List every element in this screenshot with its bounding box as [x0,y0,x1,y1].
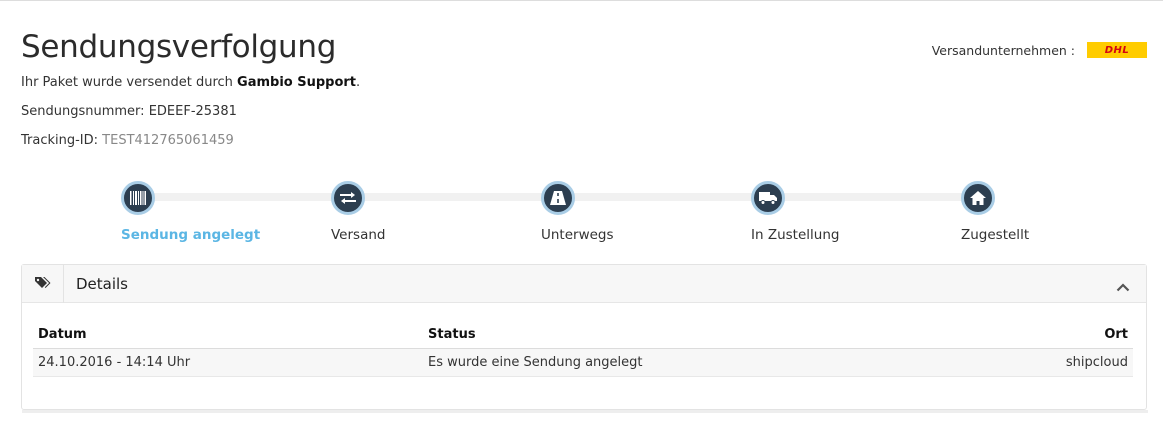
intro-prefix: Ihr Paket wurde versendet durch [21,75,238,90]
shipment-number-line: Sendungsnummer: EDEEF-25381 [21,104,237,119]
step-label: Versand [331,227,386,243]
table-header-row: Datum Status Ort [33,320,1133,349]
tracking-id-label: Tracking-ID: [21,133,103,148]
shipping-intro: Ihr Paket wurde versendet durch Gambio S… [21,75,360,90]
step-zugestellt: Zugestellt [961,181,1121,243]
row-status: Es wurde eine Sendung angelegt [423,348,943,377]
tracking-id-line: Tracking-ID: TEST412765061459 [21,133,234,148]
step-label: In Zustellung [751,227,840,243]
step-label: Zugestellt [961,227,1030,243]
step-label: Unterwegs [541,227,614,243]
home-icon [961,181,995,215]
column-header-location: Ort [943,320,1133,349]
table-row: 24.10.2016 - 14:14 Uhr Es wurde eine Sen… [33,348,1133,377]
details-panel-header[interactable]: Details [22,264,1146,303]
column-header-date: Datum [33,320,423,349]
panel-bottom-edge [22,410,1148,413]
sender-name: Gambio Support [237,75,357,90]
chevron-up-icon[interactable] [1116,277,1130,296]
step-versand: Versand [331,181,491,243]
details-table: Datum Status Ort 24.10.2016 - 14:14 Uhr … [33,320,1133,377]
dhl-logo: DHL [1087,42,1147,58]
shipment-number: EDEEF-25381 [148,104,237,119]
carrier-label: Versandunternehmen : [931,42,1075,58]
barcode-icon [121,181,155,215]
carrier-info: Versandunternehmen : DHL [932,42,1147,58]
row-location: shipcloud [943,348,1133,377]
step-unterwegs: Unterwegs [541,181,701,243]
column-header-status: Status [423,320,943,349]
truck-icon [751,181,785,215]
dhl-logo-text: DHL [1104,44,1130,56]
exchange-icon [331,181,365,215]
intro-suffix: . [356,75,361,90]
tracking-id[interactable]: TEST412765061459 [102,133,234,148]
shipment-number-label: Sendungsnummer: [21,104,149,119]
page-title: Sendungsverfolgung [21,29,337,65]
tags-icon [22,264,64,303]
details-panel: Details Datum Status Ort 24.10.2016 - 14… [21,264,1148,413]
step-sendung-angelegt: Sendung angelegt [121,181,281,243]
step-label: Sendung angelegt [121,227,261,243]
step-in-zustellung: In Zustellung [751,181,911,243]
details-title: Details [76,274,129,293]
top-border [0,0,1163,1]
row-date: 24.10.2016 - 14:14 Uhr [33,348,423,377]
road-icon [541,181,575,215]
